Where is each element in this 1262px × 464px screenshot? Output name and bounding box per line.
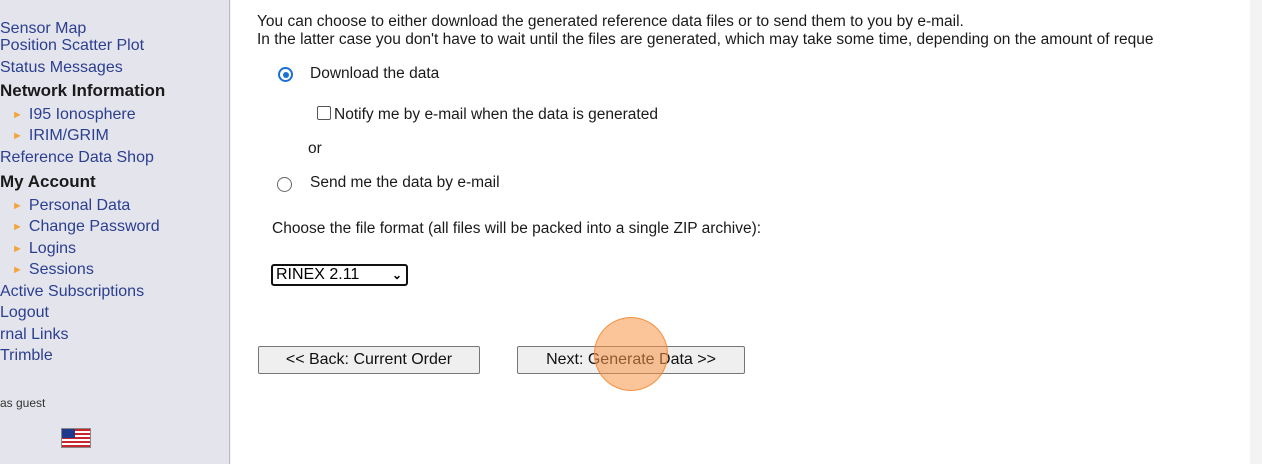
arrow-right-icon: ► (12, 109, 23, 121)
sidebar-item-label: I95 Ionosphere (28, 106, 136, 123)
notify-label: Notify me by e-mail when the data is gen… (334, 106, 658, 123)
sidebar: Sensor Map Position Scatter Plot Status … (0, 0, 230, 464)
arrow-right-icon: ► (12, 221, 23, 233)
us-flag-icon[interactable] (61, 428, 91, 448)
sidebar-item-trimble[interactable]: Trimble (0, 347, 53, 365)
back-button[interactable]: << Back: Current Order (258, 346, 480, 374)
sidebar-item-position-scatter-plot[interactable]: Position Scatter Plot (0, 37, 144, 55)
sidebar-heading-my-account: My Account (0, 173, 96, 191)
sidebar-item-irim-grim[interactable]: ► IRIM/GRIM (12, 127, 109, 145)
sidebar-item-label: IRIM/GRIM (28, 127, 109, 144)
arrow-right-icon: ► (12, 130, 23, 142)
sidebar-item-label: Sessions (28, 261, 94, 278)
notify-checkbox[interactable] (317, 106, 331, 120)
chevron-down-icon: ⌄ (391, 268, 402, 282)
sidebar-item-label: Sensor Map (0, 20, 87, 37)
main-content: You can choose to either download the ge… (231, 0, 1250, 464)
sidebar-heading-network-information: Network Information (0, 82, 165, 100)
sidebar-item-active-subscriptions[interactable]: Active Subscriptions (0, 283, 144, 301)
next-generate-data-button[interactable]: Next: Generate Data >> (517, 346, 745, 374)
sidebar-item-external-links[interactable]: rnal Links (0, 326, 68, 344)
or-label: or (308, 140, 322, 157)
sidebar-item-label: Change Password (28, 218, 160, 235)
guest-status: as guest (0, 396, 46, 410)
sidebar-item-label: Active Subscriptions (0, 283, 145, 300)
sidebar-item-label: Logins (28, 240, 77, 257)
sidebar-item-status-messages[interactable]: Status Messages (0, 59, 123, 77)
file-format-selected: RINEX 2.11 (276, 266, 360, 283)
sidebar-item-logins[interactable]: ► Logins (12, 240, 76, 258)
download-radio[interactable] (278, 67, 293, 82)
format-prompt: Choose the file format (all files will b… (272, 220, 762, 237)
flag-canton (62, 429, 75, 438)
arrow-right-icon: ► (12, 200, 23, 212)
email-option-label: Send me the data by e-mail (310, 174, 500, 191)
arrow-right-icon: ► (12, 243, 23, 255)
sidebar-item-i95-ionosphere[interactable]: ► I95 Ionosphere (12, 106, 136, 124)
file-format-select[interactable]: RINEX 2.11 ⌄ (271, 264, 408, 286)
sidebar-item-label: Personal Data (28, 197, 131, 214)
sidebar-heading-label: My Account (0, 172, 96, 191)
sidebar-item-logout[interactable]: Logout (0, 304, 49, 322)
sidebar-item-label: Trimble (0, 347, 53, 364)
email-radio[interactable] (277, 177, 292, 192)
sidebar-item-sensor-map[interactable]: Sensor Map (0, 20, 86, 38)
download-option-label: Download the data (310, 65, 440, 82)
sidebar-item-personal-data[interactable]: ► Personal Data (12, 197, 130, 215)
sidebar-item-label: Reference Data Shop (0, 149, 154, 166)
sidebar-item-change-password[interactable]: ► Change Password (12, 218, 160, 236)
sidebar-item-reference-data-shop[interactable]: Reference Data Shop (0, 149, 154, 167)
sidebar-item-label: Status Messages (0, 59, 123, 76)
sidebar-heading-label: Network Information (0, 81, 166, 100)
intro-text-line-2: In the latter case you don't have to wai… (257, 31, 1154, 48)
sidebar-item-label: Logout (0, 304, 49, 321)
sidebar-item-label: Position Scatter Plot (0, 37, 145, 54)
page-margin (1250, 0, 1262, 464)
sidebar-item-label: rnal Links (0, 326, 69, 343)
arrow-right-icon: ► (12, 264, 23, 276)
intro-text-line-1: You can choose to either download the ge… (257, 13, 964, 30)
sidebar-item-sessions[interactable]: ► Sessions (12, 261, 94, 279)
